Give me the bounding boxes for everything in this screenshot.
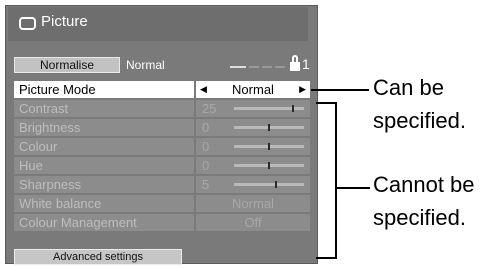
row-picture-mode[interactable]: Picture Mode ◀ Normal ▶ — [14, 81, 310, 98]
row-value-cell: 25 — [196, 100, 310, 117]
cannot-bracket-vertical — [335, 102, 337, 259]
menu-title: Picture — [41, 13, 88, 30]
level-marker — [268, 124, 270, 131]
row-label: Hue — [14, 157, 194, 174]
row-value: Normal — [232, 196, 274, 211]
lock-number: 1 — [302, 56, 310, 72]
annotation-cannot-specified: specified. — [373, 205, 466, 230]
row-white-balance[interactable]: White balance Normal — [14, 195, 310, 212]
row-sharpness[interactable]: Sharpness 5 — [14, 176, 310, 193]
level-indicator-dash — [262, 66, 272, 68]
row-value-cell: Normal — [196, 195, 310, 212]
level-indicator-dash — [249, 66, 259, 68]
picture-mode-selector[interactable]: ◀ Normal ▶ — [196, 81, 310, 98]
advanced-settings-button[interactable]: Advanced settings — [14, 249, 182, 265]
annotation-can-specified: specified. — [373, 108, 466, 133]
row-value-cell: 0 — [196, 119, 310, 136]
cannot-leader-line — [335, 187, 370, 189]
row-label: White balance — [14, 195, 194, 212]
normalise-button[interactable]: Normalise — [14, 57, 120, 73]
row-value: 5 — [202, 177, 210, 192]
level-bar — [234, 124, 304, 131]
level-marker — [274, 181, 277, 188]
row-label: Sharpness — [14, 176, 194, 193]
level-marker — [268, 143, 270, 150]
row-value-cell: Off — [196, 214, 310, 231]
normalise-value: Normal — [126, 58, 165, 72]
cannot-bracket-bottom — [316, 257, 337, 259]
row-label: Picture Mode — [14, 81, 194, 98]
cannot-bracket-top — [316, 102, 337, 104]
row-value-cell: 0 — [196, 157, 310, 174]
row-value-cell: 5 — [196, 176, 310, 193]
lock-icon-body — [290, 62, 300, 71]
level-indicator-dash — [275, 66, 285, 68]
annotation-can-be: Can be — [373, 75, 444, 100]
arrow-right-icon[interactable]: ▶ — [299, 81, 306, 98]
row-value: 25 — [202, 101, 217, 116]
level-indicator-dash — [230, 66, 246, 68]
row-label: Colour — [14, 138, 194, 155]
row-label: Colour Management — [14, 214, 194, 231]
row-value: Off — [244, 215, 262, 230]
level-bar — [234, 105, 304, 112]
row-value: 0 — [202, 158, 210, 173]
row-value: Normal — [232, 82, 274, 97]
row-value-cell: 0 — [196, 138, 310, 155]
row-hue[interactable]: Hue 0 — [14, 157, 310, 174]
level-bar — [234, 162, 304, 169]
row-value: 0 — [202, 139, 210, 154]
level-marker — [291, 105, 294, 112]
picture-icon — [19, 17, 36, 30]
can-be-leader-line — [311, 89, 369, 91]
row-colour-management[interactable]: Colour Management Off — [14, 214, 310, 231]
level-bar — [234, 143, 304, 150]
level-marker — [268, 162, 270, 169]
row-label: Brightness — [14, 119, 194, 136]
level-bar — [234, 181, 304, 188]
row-label: Contrast — [14, 100, 194, 117]
annotation-cannot-be: Cannot be — [373, 172, 475, 197]
row-contrast[interactable]: Contrast 25 — [14, 100, 310, 117]
row-brightness[interactable]: Brightness 0 — [14, 119, 310, 136]
row-value: 0 — [202, 120, 210, 135]
row-colour[interactable]: Colour 0 — [14, 138, 310, 155]
